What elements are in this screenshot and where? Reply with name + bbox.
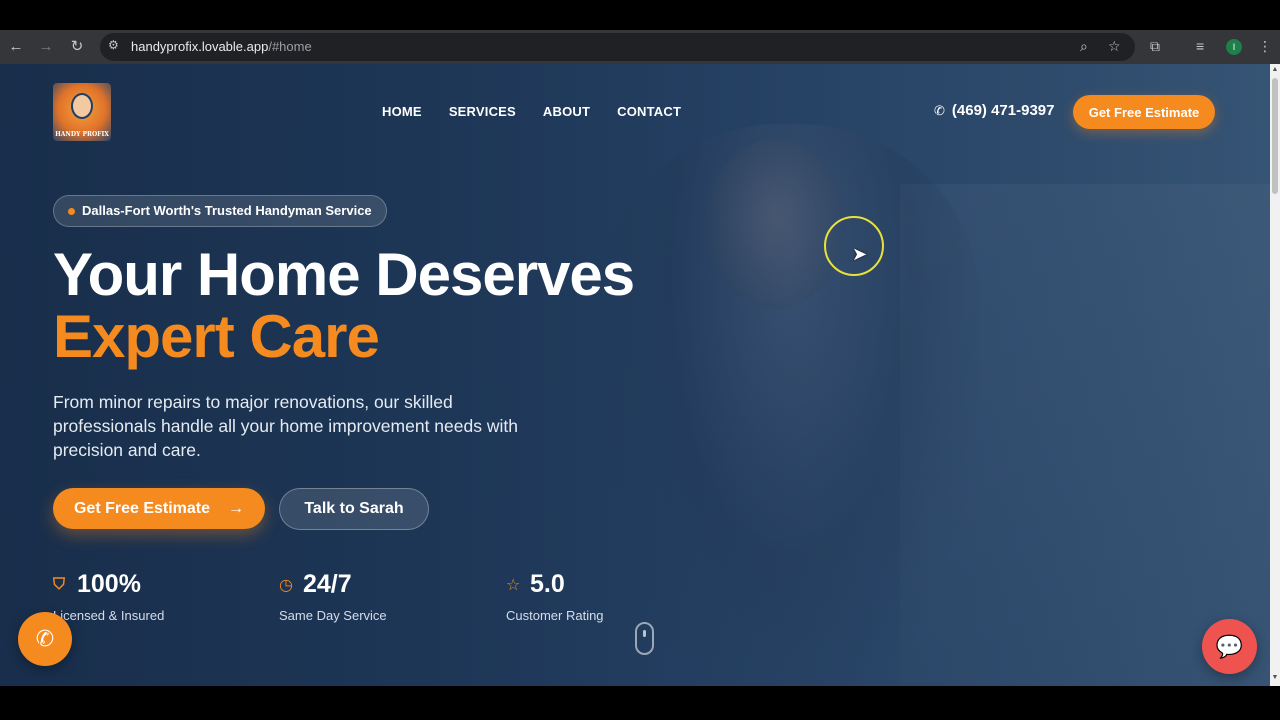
hero-headline: Your Home Deserves Expert Care xyxy=(53,241,635,370)
floating-phone-button[interactable]: ✆ xyxy=(18,612,72,666)
hero-subtext: From minor repairs to major renovations,… xyxy=(53,392,518,460)
profile-avatar[interactable]: I xyxy=(1226,39,1242,55)
scroll-down-icon[interactable]: ▼ xyxy=(1271,674,1279,681)
hero-badge: Dallas-Fort Worth's Trusted Handyman Ser… xyxy=(53,195,387,227)
stat-licensed: ⛉ 100% Licensed & Insured xyxy=(53,570,164,623)
headline-line-2: Expert Care xyxy=(53,303,380,370)
logo-mascot-icon xyxy=(71,93,93,119)
url-text: handyprofix.lovable.app/#home xyxy=(131,39,312,54)
scroll-mouse-icon[interactable] xyxy=(635,622,654,655)
scrollbar-thumb[interactable] xyxy=(1272,78,1278,194)
forward-icon[interactable]: → xyxy=(37,38,55,56)
mouse-pointer-icon: ➤ xyxy=(852,244,868,264)
nav-contact[interactable]: CONTACT xyxy=(617,104,681,119)
phone-icon: ✆ xyxy=(934,102,945,118)
extensions-icon[interactable]: ⧉ xyxy=(1150,38,1160,55)
hero-overlay xyxy=(0,64,1270,686)
media-control-icon[interactable]: ≡ xyxy=(1196,38,1204,54)
address-bar[interactable]: ⚙ handyprofix.lovable.app/#home ⌕ ☆ xyxy=(100,33,1135,61)
phone-icon: ✆ xyxy=(35,626,55,651)
talk-to-sarah-button[interactable]: Talk to Sarah xyxy=(279,488,429,530)
hero-estimate-button[interactable]: Get Free Estimate → xyxy=(53,488,265,529)
star-icon: ☆ xyxy=(506,576,521,594)
stat-same-day: ◷ 24/7 Same Day Service xyxy=(279,570,387,623)
back-icon[interactable]: ← xyxy=(7,38,25,56)
stat-value: 100% xyxy=(77,570,141,598)
main-nav: HOME SERVICES ABOUT CONTACT xyxy=(382,104,681,119)
badge-text: Dallas-Fort Worth's Trusted Handyman Ser… xyxy=(82,203,372,218)
chat-bubble-icon: 💬 xyxy=(1215,633,1244,659)
browser-toolbar: ← → ↻ ⚙ handyprofix.lovable.app/#home ⌕ … xyxy=(0,30,1280,64)
nav-services[interactable]: SERVICES xyxy=(449,104,516,119)
stat-label: Customer Rating xyxy=(506,608,604,623)
arrow-right-icon: → xyxy=(228,499,245,517)
header-phone-link[interactable]: ✆ (469) 471-9397 xyxy=(934,102,1054,119)
page-viewport: HANDY PROFIX HOME SERVICES ABOUT CONTACT… xyxy=(0,64,1270,686)
site-settings-icon[interactable]: ⚙ xyxy=(108,38,119,52)
phone-number: (469) 471-9397 xyxy=(951,102,1055,119)
logo-text: HANDY PROFIX xyxy=(55,131,109,138)
header-estimate-button[interactable]: Get Free Estimate xyxy=(1073,95,1215,129)
zoom-icon[interactable]: ⌕ xyxy=(1080,38,1088,55)
stat-label: Same Day Service xyxy=(279,608,387,623)
bookmark-star-icon[interactable]: ☆ xyxy=(1108,38,1121,55)
hero-estimate-label: Get Free Estimate xyxy=(73,499,211,517)
badge-dot-icon xyxy=(68,208,75,215)
stat-rating: ☆ 5.0 Customer Rating xyxy=(506,570,604,623)
stat-value: 24/7 xyxy=(303,570,352,598)
clock-icon: ◷ xyxy=(279,576,293,594)
nav-home[interactable]: HOME xyxy=(382,104,422,119)
page-scrollbar[interactable]: ▲ ▼ xyxy=(1270,64,1280,686)
floating-chat-button[interactable]: 💬 xyxy=(1202,619,1257,674)
stat-label: Licensed & Insured xyxy=(53,608,165,623)
screen-top-bar xyxy=(0,0,1280,30)
screen-bottom-bar xyxy=(0,686,1280,720)
nav-about[interactable]: ABOUT xyxy=(543,104,590,119)
shield-icon: ⛉ xyxy=(53,575,66,593)
menu-kebab-icon[interactable]: ⋮ xyxy=(1258,38,1272,55)
scroll-up-icon[interactable]: ▲ xyxy=(1271,66,1279,73)
site-logo[interactable]: HANDY PROFIX xyxy=(53,83,111,141)
reload-icon[interactable]: ↻ xyxy=(68,38,86,56)
stat-value: 5.0 xyxy=(530,570,565,598)
headline-line-1: Your Home Deserves xyxy=(53,241,635,308)
mouse-wheel-dot xyxy=(643,630,646,637)
